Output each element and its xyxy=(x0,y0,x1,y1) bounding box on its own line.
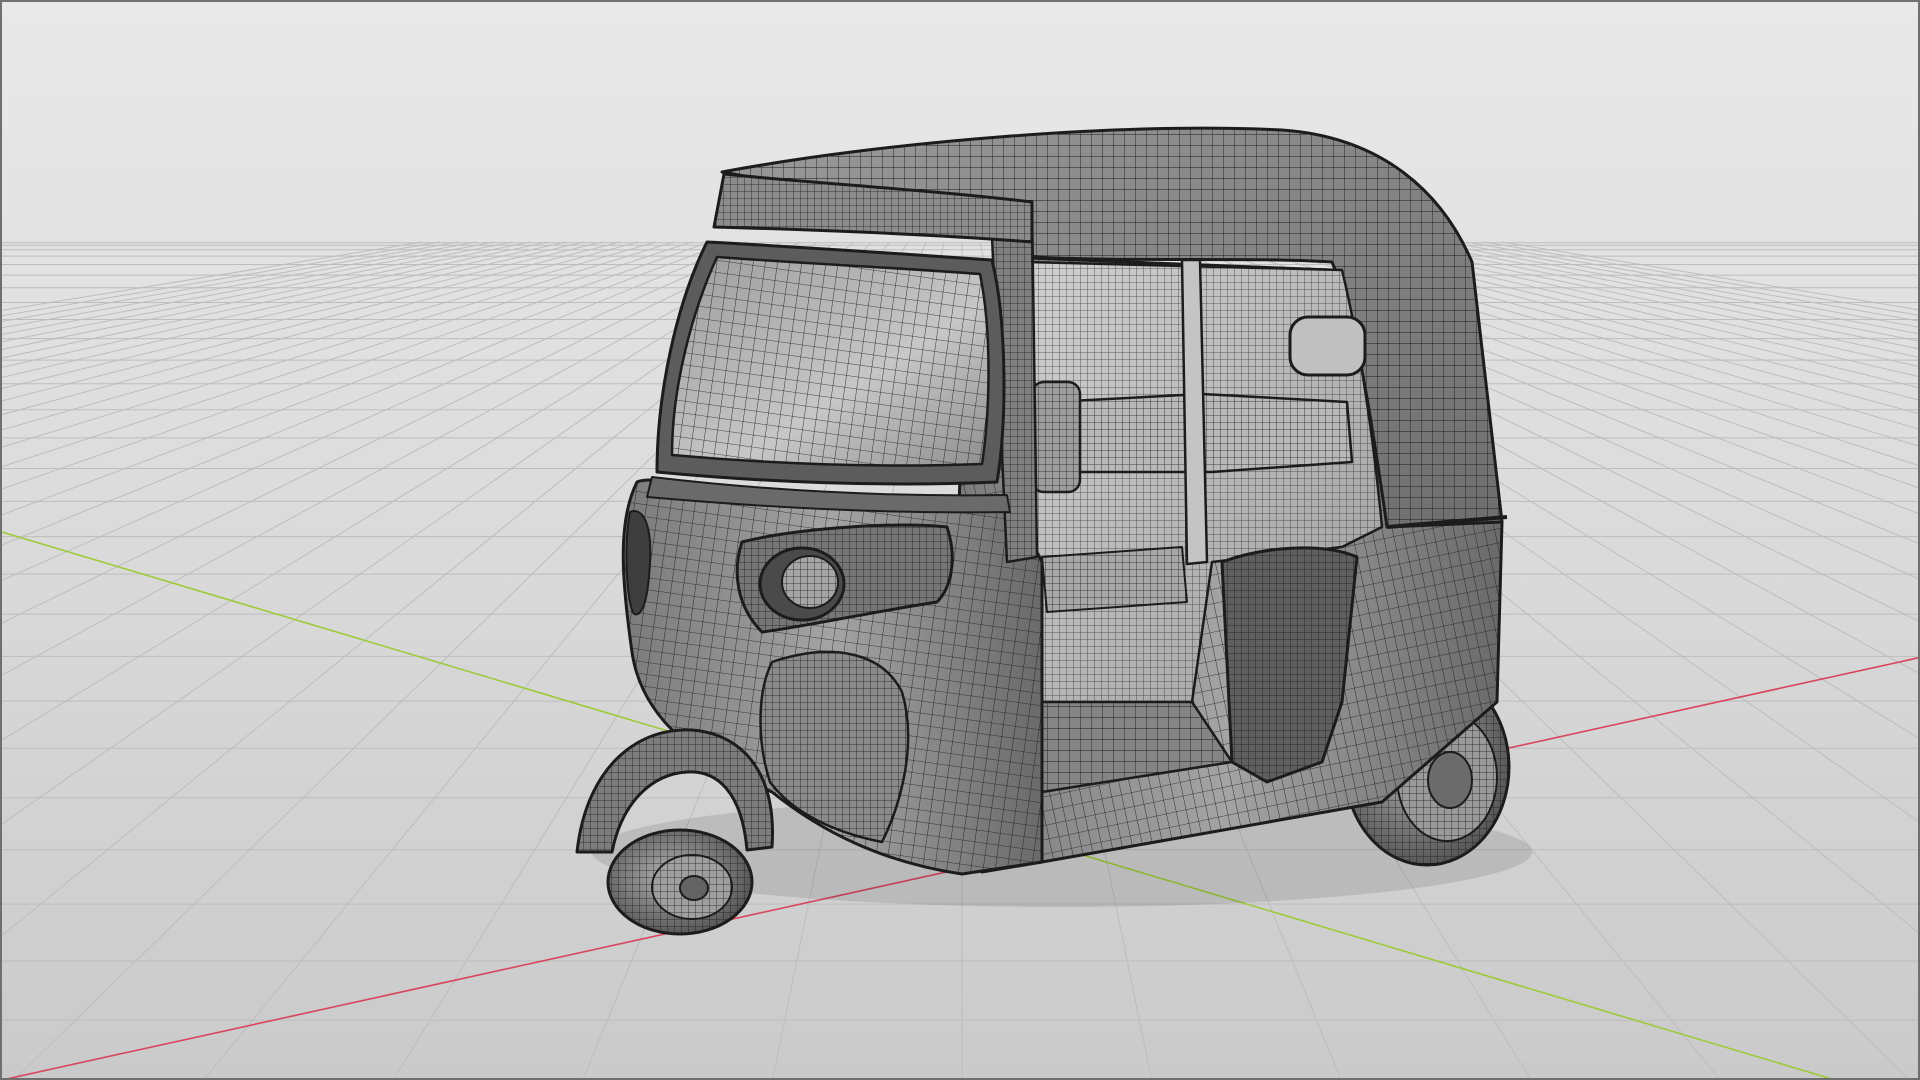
rear-window xyxy=(1288,315,1367,377)
3d-viewport[interactable] xyxy=(0,0,1920,1080)
front-grille xyxy=(625,510,652,616)
rear-hub xyxy=(1427,751,1473,809)
headlamp xyxy=(758,546,846,622)
front-hub xyxy=(679,875,709,901)
viewport-canvas[interactable] xyxy=(2,2,1920,1080)
front-wheel[interactable] xyxy=(606,828,754,936)
